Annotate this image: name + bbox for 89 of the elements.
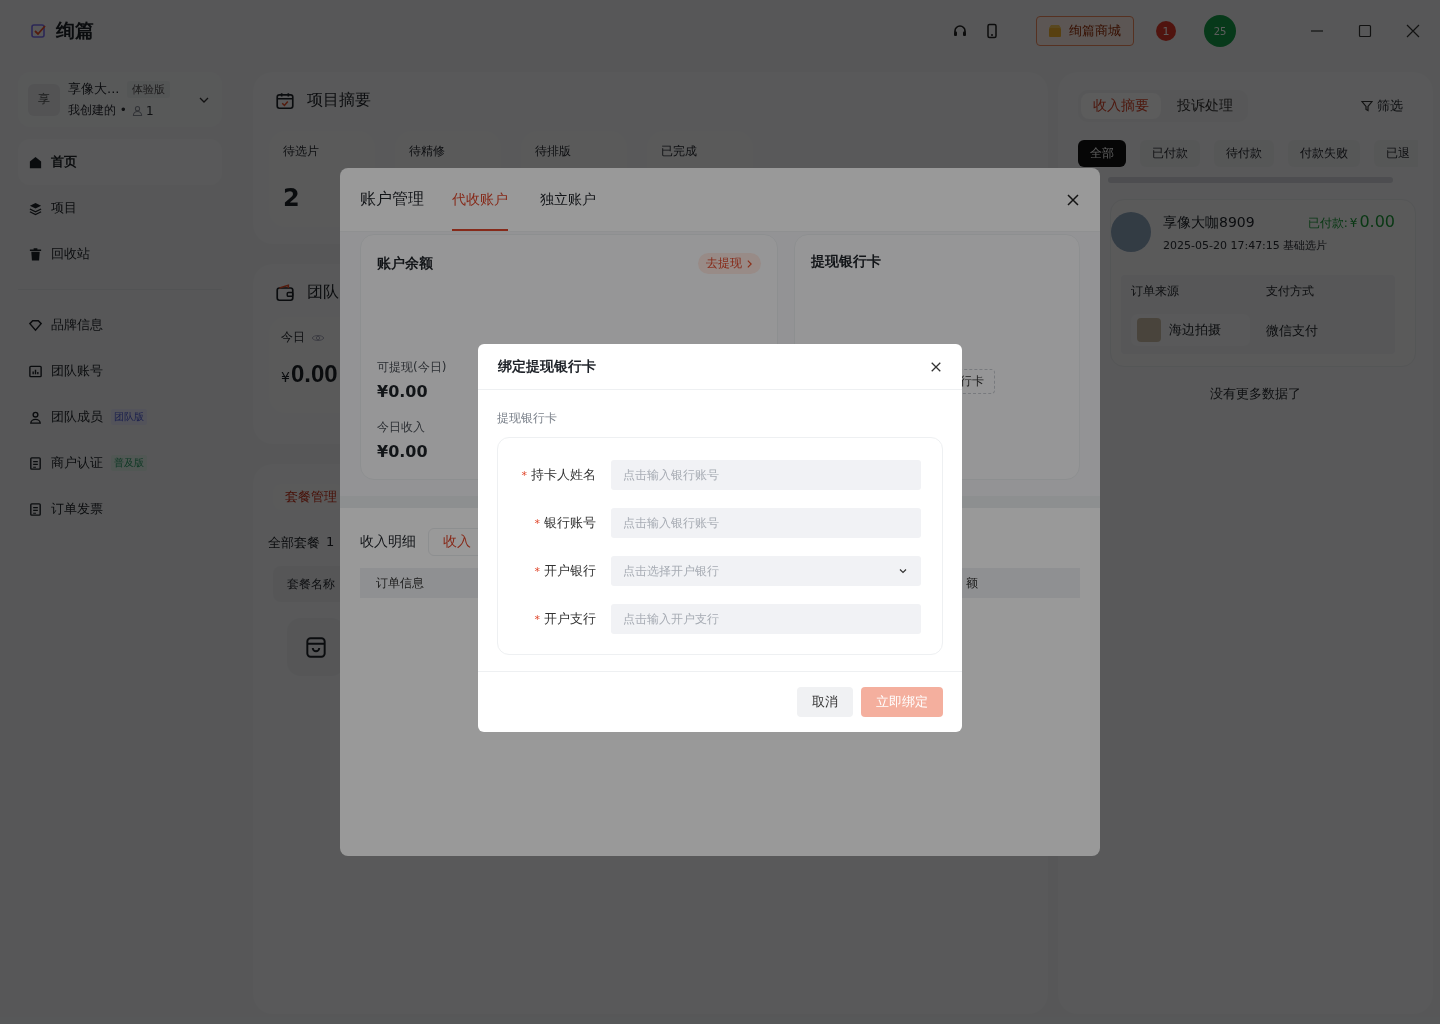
nav-item[interactable]: 商户认证 普及版 [18, 440, 222, 486]
select-field[interactable]: 点击选择开户银行 [611, 556, 921, 586]
section-label: 提现银行卡 [497, 410, 558, 427]
plan-tag: 普及版 [111, 455, 147, 471]
notification-badge[interactable]: 1 [1156, 21, 1176, 41]
stat-value: 2 [283, 184, 301, 212]
member-count: 1 [145, 103, 154, 118]
withdraw-link[interactable]: 去提现 [698, 253, 761, 274]
payment-status: 已付款: [1307, 215, 1348, 232]
close-icon[interactable] [1066, 192, 1080, 207]
maximize-icon[interactable] [1358, 24, 1372, 38]
document-icon [28, 501, 43, 517]
wallet-icon [275, 282, 295, 303]
order-card[interactable]: 享像大咖8909 已付款: ¥0.00 2025-05-20 17:47:15 基础选片 订单来源 海边拍摄 支付方式 微信支付 [1110, 199, 1416, 367]
store-button[interactable]: 绚篇商城 [1036, 16, 1134, 46]
eye-icon[interactable] [311, 332, 325, 343]
field-label: 持卡人姓名 [531, 466, 596, 484]
source-name: 海边拍摄 [1169, 321, 1221, 339]
phone-icon[interactable] [984, 23, 1000, 39]
order-meta: 2025-05-20 17:47:15 基础选片 [1163, 238, 1329, 253]
dialog-title: 绑定提现银行卡 [498, 357, 596, 376]
nav-item[interactable]: 项目 [18, 185, 222, 231]
field-label: 开户支行 [544, 610, 596, 628]
required-mark: * [534, 612, 540, 626]
balance-value: ¥0.00 [377, 442, 428, 461]
required-mark: * [534, 564, 540, 578]
card-title: 团队 [307, 282, 339, 303]
close-icon[interactable] [930, 360, 942, 373]
filter-button[interactable]: 筛选 [1361, 97, 1403, 115]
field-label: 银行账号 [544, 514, 596, 532]
customer-photo-placeholder [1111, 212, 1151, 252]
panel-tab[interactable]: 收入摘要 [1081, 93, 1161, 119]
person-icon [131, 105, 143, 116]
required-mark: * [521, 468, 527, 482]
home-icon [28, 154, 43, 170]
stat-label: 待精修 [409, 143, 446, 160]
packages-count: 1 [326, 534, 335, 551]
currency-symbol: ¥ [1349, 216, 1358, 230]
customer-name: 享像大咖8909 [1163, 214, 1255, 232]
section-title: 收入明细 [360, 533, 416, 551]
checkbox-logo-icon [30, 22, 48, 40]
input-field[interactable]: 点击输入银行账号 [611, 508, 921, 538]
balance-label: 可提现(今日) [377, 359, 447, 376]
packages-count-label: 全部套餐 [268, 534, 320, 552]
nav-item[interactable]: 品牌信息 [18, 302, 222, 348]
detail-label: 支付方式 [1266, 283, 1315, 300]
stat-label: 待排版 [535, 143, 572, 160]
store-icon [1047, 23, 1063, 39]
stat-label: 已完成 [661, 143, 698, 160]
user-avatar[interactable]: 25 [1204, 15, 1236, 47]
chevron-right-icon [746, 258, 753, 269]
card-title: 项目摘要 [307, 90, 371, 111]
stat-label: 今日 [281, 329, 305, 346]
diamond-icon [28, 317, 43, 333]
detail-label: 订单来源 [1131, 283, 1180, 300]
chart-icon [28, 363, 43, 379]
cancel-button[interactable]: 取消 [797, 687, 853, 717]
required-mark: * [534, 516, 540, 530]
currency-symbol: ¥ [281, 369, 290, 385]
field-label: 开户银行 [544, 562, 596, 580]
document-icon [28, 455, 43, 471]
filter-icon [1361, 100, 1373, 112]
workspace-name: 享像大... [68, 80, 120, 98]
photo-placeholder [1137, 318, 1161, 342]
layers-icon [28, 200, 43, 216]
column-header: 额 [966, 574, 978, 592]
balance-label: 今日收入 [377, 419, 425, 436]
order-amount: 0.00 [1359, 212, 1395, 231]
balance-value: ¥0.00 [377, 382, 428, 401]
stat-label: 待选片 [283, 143, 320, 160]
shopping-bag-icon [303, 634, 329, 660]
app-title: 绚篇 [56, 18, 94, 43]
input-field[interactable]: 点击输入开户支行 [611, 604, 921, 634]
nav-item[interactable]: 回收站 [18, 231, 222, 277]
card-title: 账户余额 [377, 254, 433, 273]
account-tab[interactable]: 独立账户 [540, 168, 596, 231]
input-field[interactable]: 点击输入银行账号 [611, 460, 921, 490]
trash-icon [28, 246, 43, 262]
calendar-icon [275, 90, 295, 111]
nav-item[interactable]: 团队账号 [18, 348, 222, 394]
workspace-subtitle: 我创建的 • [68, 102, 127, 119]
card-title: 提现银行卡 [811, 253, 881, 269]
payment-method: 微信支付 [1266, 322, 1319, 340]
nav-item[interactable]: 订单发票 [18, 486, 222, 532]
end-note: 没有更多数据了 [1210, 385, 1301, 403]
panel-tab[interactable]: 投诉处理 [1165, 93, 1245, 119]
headset-icon[interactable] [952, 23, 968, 39]
stat-value: 0.00 [290, 360, 338, 388]
filter-chip[interactable]: 全部 [1078, 140, 1126, 167]
